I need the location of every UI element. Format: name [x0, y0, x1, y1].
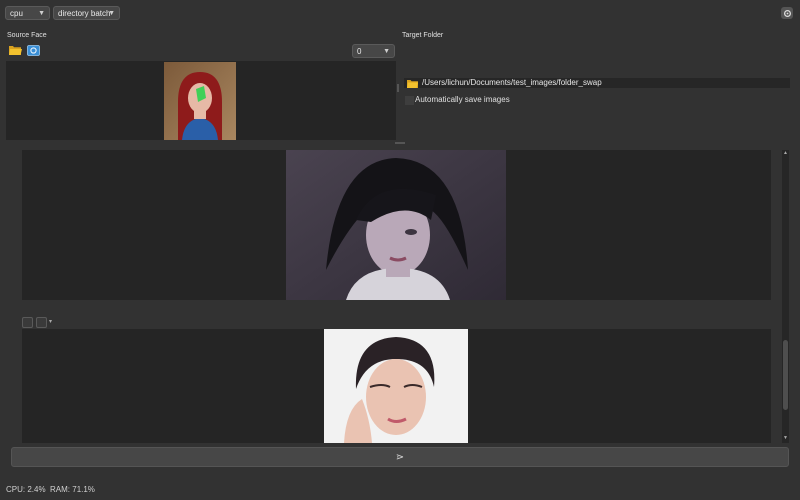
camera-icon [27, 44, 40, 56]
device-select-value: cpu [10, 9, 23, 18]
folder-open-icon [8, 46, 22, 55]
face-index-select[interactable]: 0 ▼ [352, 44, 395, 58]
scroll-up-arrow[interactable]: ▲ [782, 150, 789, 157]
list-scrollbar[interactable]: ▲ ▼ [782, 150, 789, 443]
open-source-folder-button[interactable] [8, 44, 22, 56]
autosave-label: Automatically save images [415, 95, 510, 104]
target-image-2[interactable] [324, 329, 468, 443]
face-index-value: 0 [357, 47, 362, 56]
target-image-item[interactable] [22, 329, 771, 443]
source-face-preview-panel [6, 61, 396, 140]
scroll-thumb[interactable] [783, 340, 788, 410]
source-face-label: Source Face [7, 32, 47, 39]
chevron-down-icon: ▼ [38, 10, 45, 17]
source-face-image[interactable] [164, 62, 236, 140]
mode-select-value: directory batch [58, 9, 111, 18]
horizontal-splitter[interactable] [395, 142, 405, 144]
target-path-row: /Users/lichun/Documents/test_images/fold… [404, 78, 790, 88]
status-bar: CPU: 2.4% RAM: 71.1% [6, 485, 95, 494]
play-arrow-icon: ⋗ [395, 451, 405, 463]
splitter-handle[interactable] [397, 84, 399, 92]
target-image-item[interactable] [22, 150, 771, 300]
swap-image-button[interactable] [22, 317, 33, 328]
chevron-down-icon: ▼ [383, 48, 390, 55]
scroll-down-arrow[interactable]: ▼ [782, 435, 789, 442]
mode-select[interactable]: directory batch ▼ [53, 6, 120, 20]
refresh-image-button[interactable] [36, 317, 47, 328]
folder-icon [406, 79, 418, 88]
gear-icon [783, 9, 791, 17]
image-options-dropdown[interactable]: ▾ [49, 317, 54, 328]
run-button[interactable]: ⋗ [11, 447, 789, 467]
target-folder-label: Target Folder [402, 32, 444, 39]
target-path-field[interactable]: /Users/lichun/Documents/test_images/fold… [422, 78, 602, 88]
camera-button[interactable] [27, 44, 40, 56]
target-image-1[interactable] [286, 150, 506, 300]
settings-button[interactable] [781, 7, 793, 19]
open-target-folder-button[interactable] [406, 78, 418, 88]
autosave-checkbox[interactable] [405, 96, 414, 105]
target-images-list[interactable]: ▾ ▲ ▼ [11, 147, 790, 443]
chevron-down-icon: ▾ [49, 319, 53, 325]
device-select[interactable]: cpu ▼ [5, 6, 50, 20]
chevron-down-icon: ▼ [108, 10, 115, 17]
